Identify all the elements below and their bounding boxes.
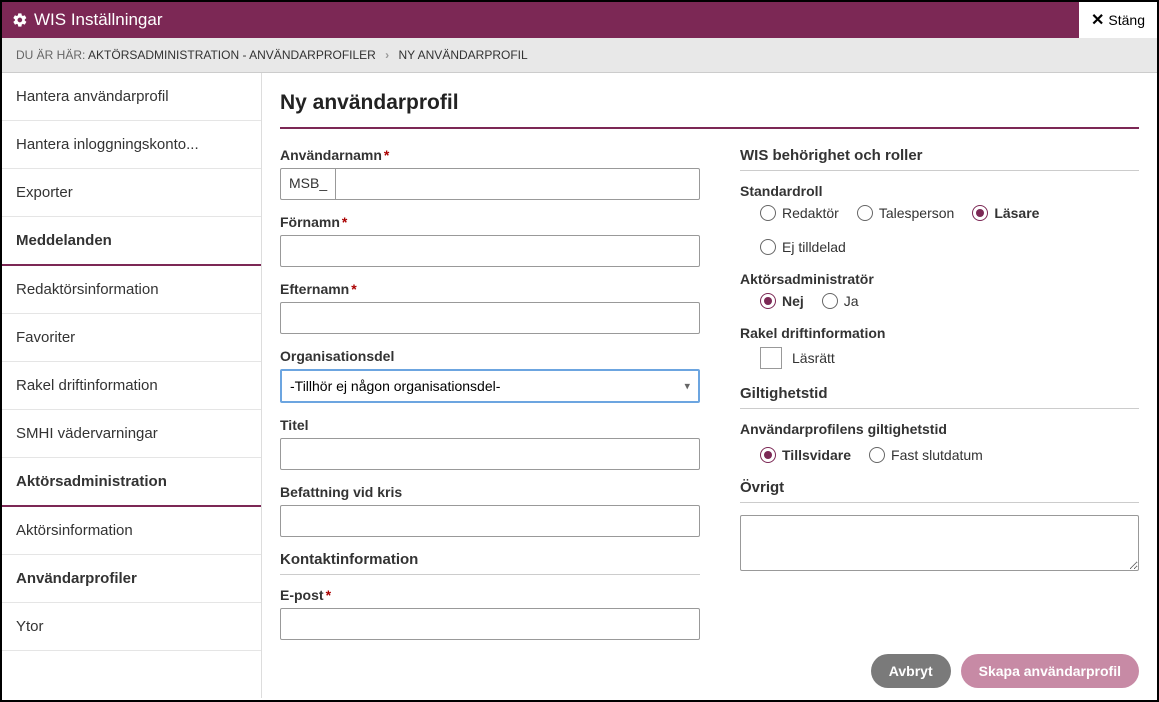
radio-label: Tillsvidare	[782, 447, 851, 463]
radio-option[interactable]: Läsare	[972, 205, 1039, 221]
radio-label: Ej tilldelad	[782, 239, 846, 255]
radio-label: Nej	[782, 293, 804, 309]
orgpart-select[interactable]: -Tillhör ej någon organisationsdel-	[280, 369, 700, 403]
radio-option[interactable]: Nej	[760, 293, 804, 309]
sidebar-item[interactable]: Hantera inloggningskonto...	[2, 121, 261, 169]
title-label: Titel	[280, 417, 700, 433]
radio-icon	[760, 205, 776, 221]
rakel-label: Rakel driftinformation	[740, 325, 1139, 341]
sidebar-item[interactable]: Favoriter	[2, 314, 261, 362]
sidebar-item[interactable]: Hantera användarprofil	[2, 73, 261, 121]
sidebar-item[interactable]: Ytor	[2, 603, 261, 651]
header-bar: WIS Inställningar ✕ Stäng	[2, 2, 1157, 38]
crisis-input[interactable]	[280, 505, 700, 537]
sidebar-item[interactable]: Redaktörsinformation	[2, 266, 261, 314]
sidebar-item[interactable]: SMHI vädervarningar	[2, 410, 261, 458]
sidebar-section: Aktörsadministration	[2, 458, 261, 507]
email-label: E-post*	[280, 587, 700, 603]
profile-validity-label: Användarprofilens giltighetstid	[740, 421, 1139, 437]
breadcrumb-link[interactable]: AKTÖRSADMINISTRATION - ANVÄNDARPROFILER	[88, 48, 376, 62]
close-label: Stäng	[1108, 12, 1145, 28]
radio-icon	[857, 205, 873, 221]
chevron-right-icon: ›	[385, 48, 389, 62]
username-prefix: MSB_	[280, 168, 335, 200]
form-right-column: WIS behörighet och roller Standardroll R…	[740, 147, 1139, 654]
validity-radio-group: Tillsvidare Fast slutdatum	[740, 447, 1139, 463]
radio-icon	[760, 239, 776, 255]
lastname-label: Efternamn*	[280, 281, 700, 297]
radio-option[interactable]: Fast slutdatum	[869, 447, 983, 463]
perms-header: WIS behörighet och roller	[740, 147, 1139, 171]
stdrole-radio-group: Redaktör Talesperson Läsare Ej tilldelad	[740, 205, 1139, 255]
radio-label: Talesperson	[879, 205, 955, 221]
sidebar-item[interactable]: Rakel driftinformation	[2, 362, 261, 410]
sidebar-section: Meddelanden	[2, 217, 261, 266]
radio-option[interactable]: Redaktör	[760, 205, 839, 221]
header-title: WIS Inställningar	[34, 10, 163, 30]
sidebar-item[interactable]: Användarprofiler	[2, 555, 261, 603]
other-textarea[interactable]	[740, 515, 1139, 571]
crisis-label: Befattning vid kris	[280, 484, 700, 500]
close-icon: ✕	[1091, 10, 1104, 30]
header-title-wrap: WIS Inställningar	[12, 10, 163, 30]
radio-label: Fast slutdatum	[891, 447, 983, 463]
sidebar-item[interactable]: Exporter	[2, 169, 261, 217]
firstname-label: Förnamn*	[280, 214, 700, 230]
breadcrumb-current: NY ANVÄNDARPROFIL	[399, 48, 528, 62]
email-input[interactable]	[280, 608, 700, 640]
validity-header: Giltighetstid	[740, 385, 1139, 409]
radio-label: Läsare	[994, 205, 1039, 221]
contact-header: Kontaktinformation	[280, 551, 700, 575]
footer-buttons: Avbryt Skapa användarprofil	[871, 654, 1139, 688]
close-button[interactable]: ✕ Stäng	[1079, 2, 1157, 38]
title-input[interactable]	[280, 438, 700, 470]
radio-icon	[822, 293, 838, 309]
radio-label: Redaktör	[782, 205, 839, 221]
lastname-input[interactable]	[280, 302, 700, 334]
radio-option[interactable]: Ej tilldelad	[760, 239, 846, 255]
sidebar-item[interactable]: Aktörsinformation	[2, 507, 261, 555]
radio-icon	[760, 447, 776, 463]
username-input[interactable]	[335, 168, 700, 200]
orgpart-label: Organisationsdel	[280, 348, 700, 364]
radio-option[interactable]: Talesperson	[857, 205, 955, 221]
page-title: Ny användarprofil	[280, 91, 1139, 129]
username-label: Användarnamn*	[280, 147, 700, 163]
radio-icon	[760, 293, 776, 309]
sidebar: Hantera användarprofilHantera inloggning…	[2, 73, 262, 698]
other-header: Övrigt	[740, 479, 1139, 503]
form-left-column: Användarnamn* MSB_ Förnamn* Efternamn* O…	[280, 147, 700, 654]
radio-icon	[972, 205, 988, 221]
cancel-button[interactable]: Avbryt	[871, 654, 951, 688]
create-button[interactable]: Skapa användarprofil	[961, 654, 1139, 688]
rakel-read-checkbox[interactable]	[760, 347, 782, 369]
breadcrumb-prefix: DU ÄR HÄR:	[16, 48, 85, 62]
firstname-input[interactable]	[280, 235, 700, 267]
rakel-read-label: Läsrätt	[792, 350, 835, 366]
main-panel: Ny användarprofil Användarnamn* MSB_ För…	[262, 73, 1157, 698]
actoradmin-label: Aktörsadministratör	[740, 271, 1139, 287]
gear-icon	[12, 12, 28, 28]
stdrole-label: Standardroll	[740, 183, 1139, 199]
radio-label: Ja	[844, 293, 859, 309]
actoradmin-radio-group: Nej Ja	[740, 293, 1139, 309]
radio-option[interactable]: Ja	[822, 293, 859, 309]
radio-option[interactable]: Tillsvidare	[760, 447, 851, 463]
breadcrumb: DU ÄR HÄR: AKTÖRSADMINISTRATION - ANVÄND…	[2, 38, 1157, 73]
radio-icon	[869, 447, 885, 463]
